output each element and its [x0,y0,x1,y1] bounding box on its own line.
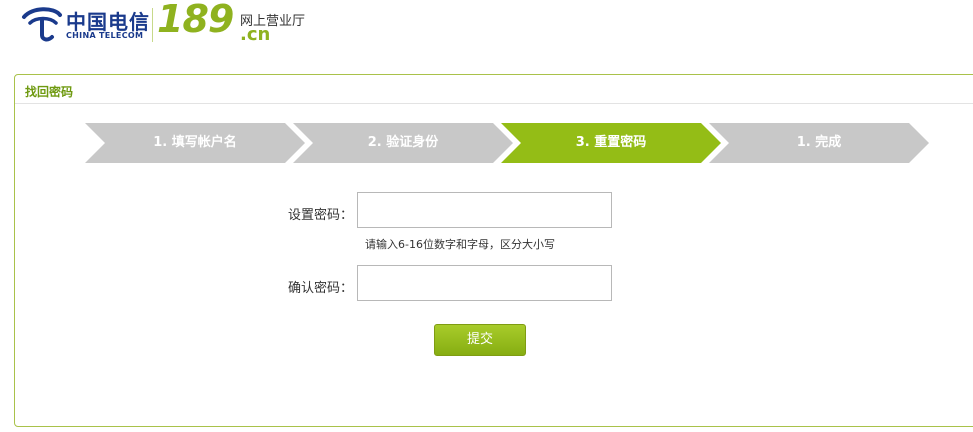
step-1-label: 1. 填写帐户名 [153,135,237,150]
confirm-password-label: 确认密码： [287,281,353,296]
panel-title: 找回密码 [25,85,74,99]
step-3-active: 3. 重置密码 [501,123,721,163]
password-input[interactable] [357,192,612,228]
logo-english-text: CHINA TELECOM [66,31,144,40]
step-4: 1. 完成 [709,123,929,163]
china-telecom-logo-icon [22,7,62,42]
logo-dotcn-text: .cn [240,24,271,45]
password-hint: 请输入6-16位数字和字母，区分大小写 [365,238,555,251]
password-label: 设置密码： [287,208,353,223]
panel-divider [15,103,973,104]
confirm-password-input[interactable] [357,265,612,301]
header: 中国电信 CHINA TELECOM 189 网上营业厅 .cn [0,0,973,60]
logo-divider [152,8,153,42]
step-2: 2. 验证身份 [293,123,513,163]
step-3-label: 3. 重置密码 [575,135,647,150]
step-2-label: 2. 验证身份 [367,135,439,150]
step-4-label: 1. 完成 [796,135,842,150]
step-1: 1. 填写帐户名 [85,123,305,163]
progress-steps: 1. 填写帐户名 2. 验证身份 3. 重置密码 1. 完成 [85,123,945,163]
submit-button[interactable]: 提交 [434,324,526,356]
logo-189-text: 189 [157,0,234,41]
